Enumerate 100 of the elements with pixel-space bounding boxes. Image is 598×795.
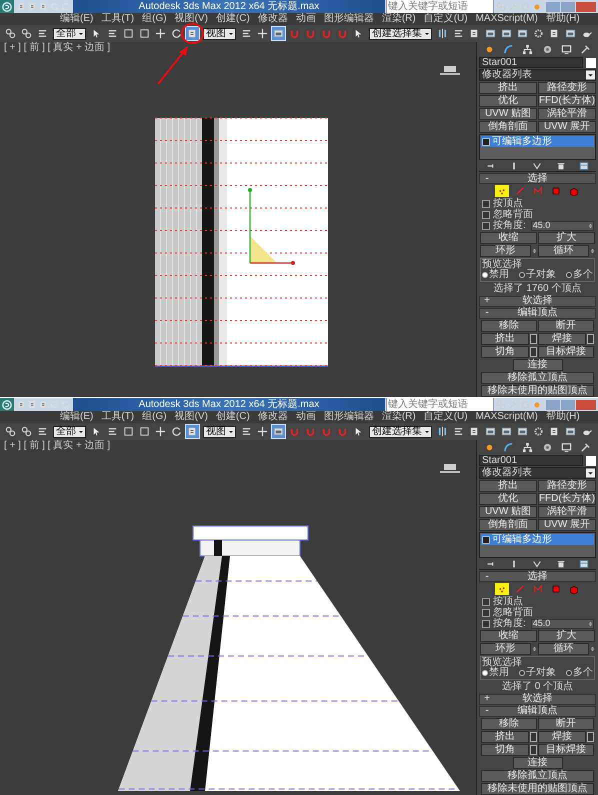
selection-button[interactable]: 扩大 [538, 232, 595, 244]
menu-item[interactable]: 工具(T) [101, 411, 134, 423]
edit-vertex-button[interactable]: 移除孤立顶点 [481, 770, 594, 782]
document-icon[interactable] [39, 2, 48, 11]
selection-button[interactable]: 扩大 [538, 630, 595, 642]
toolbar-dropdown[interactable]: 全部 [53, 28, 86, 40]
toolbar-dropdown[interactable]: 全部 [53, 426, 86, 438]
rollout-header[interactable]: - 选择 [479, 571, 596, 582]
menu-item[interactable]: 视图(V) [174, 13, 208, 25]
object-name-field[interactable]: Star001 [479, 57, 583, 68]
menu-item[interactable]: 图形编辑器 [324, 13, 374, 25]
edit-vertex-button[interactable]: 移除未使用的贴图顶点 [481, 782, 594, 795]
document-icon[interactable] [17, 400, 26, 409]
radio-button[interactable] [566, 272, 572, 278]
menu-item[interactable]: 渲染(R) [382, 411, 416, 423]
modifier-button[interactable]: UVW 展开 [538, 519, 596, 531]
edit-vertex-button[interactable]: 焊接 [538, 332, 586, 345]
edit-vertex-button[interactable]: 断开 [538, 718, 594, 730]
document-icon[interactable] [17, 2, 26, 11]
toolbar-button[interactable] [19, 26, 34, 41]
menu-item[interactable]: 编辑(E) [60, 411, 94, 423]
radio-button[interactable] [482, 272, 488, 278]
settings-button[interactable] [587, 732, 594, 742]
toolbar-dropdown[interactable]: 创建选择集 [369, 28, 432, 40]
edit-vertex-button[interactable]: 切角 [481, 744, 529, 756]
document-icon[interactable] [28, 2, 37, 11]
rollout-header[interactable]: - 编辑顶点 [479, 308, 596, 319]
edit-vertex-button[interactable]: 移除 [481, 320, 537, 332]
edit-vertex-button[interactable]: 断开 [538, 320, 594, 332]
modifier-button[interactable]: 路径变形 [538, 480, 596, 492]
settings-button[interactable] [530, 732, 537, 742]
checkbox[interactable] [482, 210, 490, 219]
document-icon[interactable] [28, 400, 37, 409]
checkbox[interactable] [482, 222, 490, 230]
toolbar-button[interactable] [185, 26, 200, 41]
color-swatch[interactable] [586, 58, 596, 68]
modifier-button[interactable]: UVW 展开 [538, 121, 596, 133]
edit-vertex-button[interactable]: 移除孤立顶点 [481, 372, 594, 384]
toolbar-button[interactable] [19, 424, 34, 439]
stack-item[interactable]: 可编辑多边形 [481, 136, 594, 147]
checkbox[interactable] [482, 608, 490, 617]
menu-item[interactable]: 组(G) [142, 13, 167, 25]
app-logo-icon[interactable] [2, 400, 12, 410]
menu-item[interactable]: 帮助(H) [546, 411, 580, 423]
settings-button[interactable] [530, 334, 537, 344]
menu-item[interactable]: 图形编辑器 [324, 411, 374, 423]
menu-item[interactable]: 创建(C) [216, 411, 250, 423]
checkbox[interactable] [482, 598, 490, 606]
toolbar-button[interactable] [271, 424, 286, 439]
toolbar-button[interactable] [255, 26, 270, 41]
viewport-label[interactable]: [ + ] [ 前 ] [ 真实 + 边面 ] [0, 440, 110, 452]
edit-vertex-button[interactable]: 移除 [481, 718, 537, 730]
object-name-field[interactable]: Star001 [479, 455, 583, 466]
menu-item[interactable]: 自定义(U) [424, 411, 468, 423]
modifier-button[interactable]: 挤出 [479, 480, 537, 492]
radio-button[interactable] [519, 670, 525, 676]
fork-icon[interactable] [532, 161, 542, 172]
rollout-header[interactable]: + 软选择 [479, 296, 596, 307]
toolbar-dropdown[interactable]: 视图 [203, 426, 236, 438]
radio-button[interactable] [519, 272, 525, 278]
toolbar-button[interactable] [3, 26, 18, 41]
menu-item[interactable]: 渲染(R) [382, 13, 416, 25]
menu-item[interactable]: 工具(T) [101, 13, 134, 25]
menu-item[interactable]: 组(G) [142, 411, 167, 423]
menu-item[interactable]: 自定义(U) [424, 13, 468, 25]
close-button[interactable] [576, 2, 596, 12]
table-icon[interactable] [579, 559, 590, 570]
close-button[interactable] [576, 400, 596, 410]
checkbox[interactable] [482, 200, 490, 208]
bulb-toggle-icon[interactable] [482, 138, 490, 146]
edit-vertex-button[interactable]: 目标焊接 [538, 346, 594, 358]
toolbar-button[interactable] [153, 424, 168, 439]
toolbar-button[interactable] [271, 26, 286, 41]
modifier-button[interactable]: 路径变形 [538, 82, 596, 94]
menu-item[interactable]: 编辑(E) [60, 13, 94, 25]
modifier-button[interactable]: 涡轮平滑 [538, 108, 596, 120]
color-swatch[interactable] [586, 456, 596, 466]
trash-icon[interactable] [556, 161, 566, 172]
selection-button[interactable]: 循环 [538, 642, 589, 655]
search-field[interactable]: 键入关键字或短语 [387, 398, 493, 411]
menu-item[interactable]: MAXScript(M) [476, 13, 538, 25]
modifier-button[interactable]: 倒角剖面 [479, 519, 537, 531]
selection-button[interactable]: 收缩 [480, 232, 537, 244]
menu-item[interactable]: 帮助(H) [546, 13, 580, 25]
toolbar-button[interactable] [255, 424, 270, 439]
edit-vertex-button[interactable]: 目标焊接 [538, 744, 594, 756]
modifier-button[interactable]: 优化 [479, 493, 537, 505]
selection-button[interactable]: 收缩 [480, 630, 537, 642]
fork-icon[interactable] [532, 559, 542, 570]
selection-button[interactable]: 循环 [538, 244, 589, 257]
menu-item[interactable]: 修改器 [258, 411, 288, 423]
menu-item[interactable]: MAXScript(M) [476, 411, 538, 423]
menu-item[interactable]: 视图(V) [174, 411, 208, 423]
menu-item[interactable]: 创建(C) [216, 13, 250, 25]
edit-vertex-button[interactable]: 连接 [512, 358, 562, 371]
selection-button[interactable]: 环形 [480, 642, 531, 655]
edit-vertex-button[interactable]: 挤出 [481, 332, 529, 345]
modifier-button[interactable]: 挤出 [479, 82, 537, 94]
edit-vertex-button[interactable]: 切角 [481, 346, 529, 358]
modifier-list-dropdown[interactable]: 修改器列表 [479, 69, 596, 81]
